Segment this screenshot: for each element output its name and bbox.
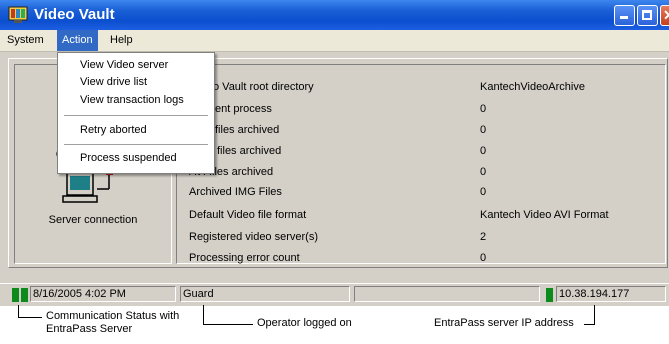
status-datetime: 8/16/2005 4:02 PM (30, 286, 176, 302)
info-label-default-format: Default Video file format (189, 209, 307, 221)
menu-item-process-suspended[interactable]: Process suspended (80, 151, 177, 165)
callout-communication-status: Communication Status with (46, 310, 180, 322)
callout-line (594, 305, 595, 325)
menu-action[interactable]: Action (57, 30, 98, 51)
info-label-files-archived-2: files archived (217, 145, 282, 157)
maximize-icon (642, 10, 652, 20)
close-button[interactable]: ✕ (660, 5, 669, 26)
info-value-root-directory: KantechVideoArchive (480, 81, 585, 93)
close-icon: ✕ (663, 7, 669, 23)
maximize-button[interactable] (637, 5, 658, 26)
callout-line (203, 305, 204, 324)
minimize-icon (620, 16, 628, 19)
info-label-img-files: Archived IMG Files (189, 186, 282, 198)
menu-item-retry-aborted[interactable]: Retry aborted (80, 123, 147, 137)
status-empty-panel (354, 286, 540, 302)
menu-separator (64, 144, 208, 145)
info-label-current-process: ent process (215, 103, 272, 115)
menu-separator (64, 115, 208, 116)
callout-line (584, 324, 594, 325)
callout-operator: Operator logged on (257, 317, 352, 329)
info-value-registered-servers: 2 (480, 231, 487, 243)
menu-item-view-drive-list[interactable]: View drive list (80, 75, 147, 89)
info-value-avi-files: 0 (480, 166, 487, 178)
info-value-img-files: 0 (480, 186, 487, 198)
communication-status-led (21, 288, 28, 302)
status-server-ip: 10.38.194.177 (556, 286, 666, 302)
info-label-registered-servers: Registered video server(s) (189, 231, 318, 243)
callout-communication-status-line2: EntraPass Server (46, 323, 133, 335)
menu-bar: System Action Help (0, 30, 669, 52)
menu-item-view-transaction-logs[interactable]: View transaction logs (80, 93, 184, 107)
status-operator-text: Guard (183, 288, 214, 300)
title-bar[interactable]: Video Vault ✕ (0, 0, 669, 30)
action-dropdown-menu: View Video server View drive list View t… (57, 52, 215, 174)
info-value-files-archived-2: 0 (480, 145, 487, 157)
communication-status-led (12, 288, 19, 302)
callout-line (18, 317, 42, 318)
server-ip-status-led (546, 288, 553, 302)
menu-item-view-video-server[interactable]: View Video server (80, 58, 168, 72)
info-value-error-count: 0 (480, 252, 487, 264)
window-title: Video Vault (34, 6, 115, 23)
app-icon (8, 6, 28, 23)
callout-ip-address: EntraPass server IP address (434, 317, 574, 329)
info-value-files-archived-1: 0 (480, 124, 487, 136)
video-vault-window: Video Vault ✕ System Action Help Server … (0, 0, 669, 306)
info-value-current-process: 0 (480, 103, 487, 115)
info-label-files-archived-1: files archived (215, 124, 280, 136)
status-operator: Guard (180, 286, 350, 302)
info-label-root-directory: o Vault root directory (213, 81, 314, 93)
menu-help[interactable]: Help (105, 30, 138, 51)
callout-line (18, 305, 19, 317)
server-connection-label: Server connection (48, 214, 138, 226)
info-value-default-format: Kantech Video AVI Format (480, 209, 609, 221)
callout-line (203, 324, 253, 325)
status-datetime-text: 8/16/2005 4:02 PM (33, 288, 126, 300)
status-server-ip-text: 10.38.194.177 (559, 288, 630, 300)
menu-system[interactable]: System (2, 30, 49, 51)
info-label-error-count: Processing error count (189, 252, 300, 264)
minimize-button[interactable] (614, 5, 635, 26)
